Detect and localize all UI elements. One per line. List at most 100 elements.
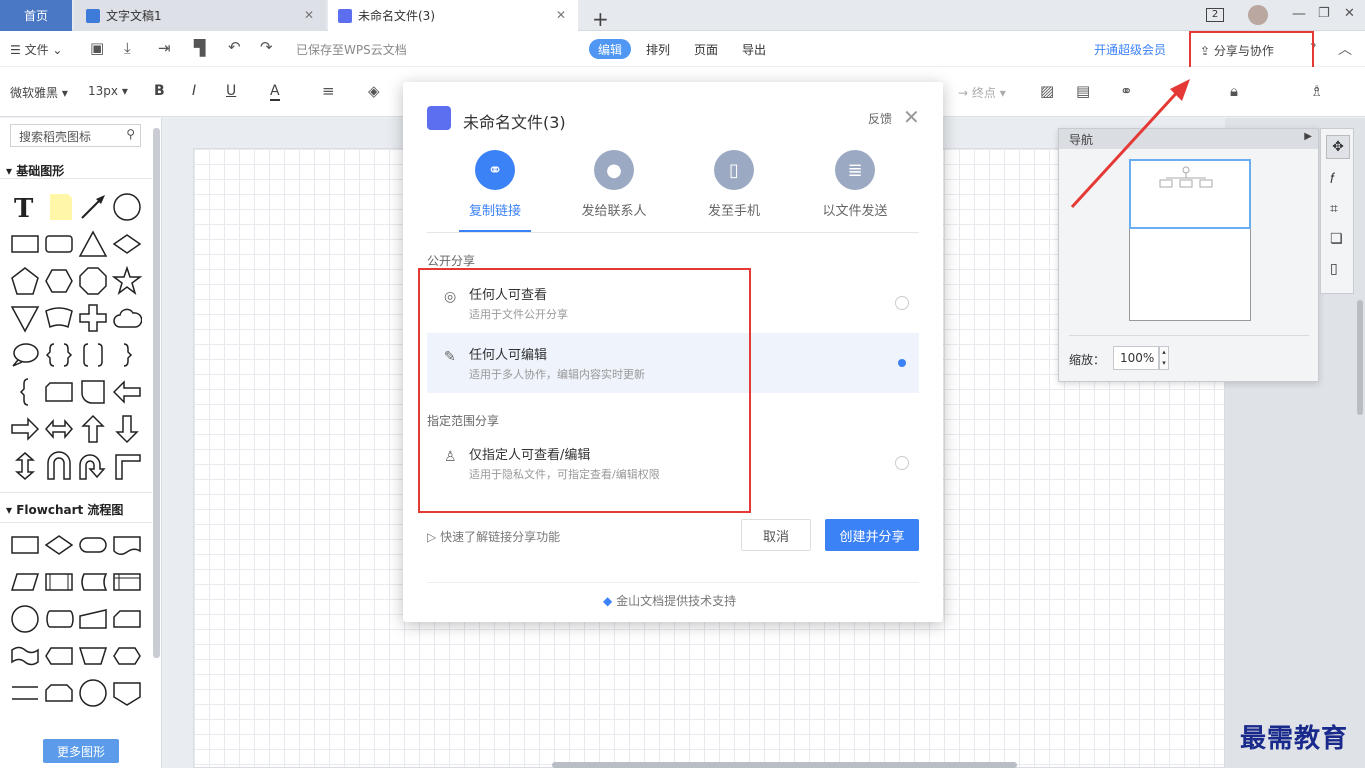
close-icon[interactable]: ✕: [903, 105, 920, 129]
circle-shape[interactable]: [112, 192, 142, 222]
horizontal-scrollbar[interactable]: [552, 762, 1017, 768]
restore-icon[interactable]: ❐: [1318, 6, 1330, 21]
text-shape[interactable]: T: [10, 192, 40, 222]
radio-edit[interactable]: [895, 356, 909, 370]
minimize-icon[interactable]: —: [1292, 6, 1306, 22]
up-arrow-shape[interactable]: [78, 414, 108, 444]
note-shape[interactable]: [44, 192, 74, 222]
option-copy-link[interactable]: ⚭ 复制链接: [440, 150, 550, 219]
pages-icon[interactable]: ❏: [1330, 231, 1343, 247]
star-shape[interactable]: [112, 266, 142, 296]
option-send-contact[interactable]: ● 发给联系人: [559, 150, 669, 219]
undo-icon[interactable]: ↶: [228, 38, 241, 56]
arrow-line-shape[interactable]: [78, 192, 108, 222]
font-size-select[interactable]: 13px ▾: [88, 84, 128, 98]
internal-storage-shape[interactable]: [112, 567, 142, 597]
diamond-shape[interactable]: [112, 229, 142, 259]
parallel-shape[interactable]: [10, 678, 40, 708]
decision-shape[interactable]: [44, 530, 74, 560]
cross-shape[interactable]: [78, 303, 108, 333]
hexagon-shape[interactable]: [44, 266, 74, 296]
section-basic-shapes[interactable]: ▾ 基础图形: [6, 162, 64, 179]
round-rect-shape[interactable]: [44, 229, 74, 259]
left-scrollbar[interactable]: [153, 128, 160, 658]
tab-active-file[interactable]: 未命名文件(3) ✕: [328, 0, 578, 31]
pentagon-shape[interactable]: [10, 266, 40, 296]
document-shape[interactable]: [112, 530, 142, 560]
file-menu[interactable]: ☰ 文件 ⌄: [10, 41, 62, 58]
close-icon[interactable]: ✕: [556, 8, 566, 22]
process-shape[interactable]: [10, 530, 40, 560]
manual-op-shape[interactable]: [78, 641, 108, 671]
terminator-shape[interactable]: [78, 530, 108, 560]
inverted-triangle-shape[interactable]: [10, 303, 40, 333]
option-send-file[interactable]: ≣ 以文件发送: [800, 150, 910, 219]
more-shapes-button[interactable]: 更多图形: [43, 739, 119, 763]
bracket-right-shape[interactable]: [112, 340, 142, 370]
tab-document[interactable]: 文字文稿1 ✕: [74, 0, 326, 31]
navigator-tool-icon[interactable]: ✥: [1326, 135, 1350, 159]
align-icon[interactable]: ≡: [322, 82, 335, 100]
half-round-shape[interactable]: [78, 377, 108, 407]
prep-shape[interactable]: [112, 641, 142, 671]
download-icon[interactable]: ⤓: [124, 39, 131, 57]
export-icon[interactable]: ⇥: [158, 39, 171, 57]
card-shape[interactable]: [112, 604, 142, 634]
font-color-button[interactable]: A: [270, 83, 280, 101]
corner-shape[interactable]: [112, 451, 142, 481]
expand-icon[interactable]: ▶: [1304, 131, 1312, 142]
close-icon[interactable]: ✕: [304, 8, 314, 22]
octagon-shape[interactable]: [78, 266, 108, 296]
menu-export[interactable]: 导出: [733, 39, 775, 59]
down-arrow-shape[interactable]: [112, 414, 142, 444]
right-arrow-shape[interactable]: [10, 414, 40, 444]
shape-search-input[interactable]: 搜索稻壳图标 ⚲: [10, 124, 141, 147]
menu-page[interactable]: 页面: [685, 39, 727, 59]
create-share-button[interactable]: 创建并分享: [825, 519, 919, 551]
radio-specific[interactable]: [895, 456, 909, 470]
cancel-button[interactable]: 取消: [741, 519, 811, 551]
feedback-link[interactable]: 反馈: [868, 110, 892, 127]
zoom-input[interactable]: 100%: [1113, 346, 1159, 370]
vip-link[interactable]: 开通超级会员: [1094, 41, 1166, 58]
predefined-shape[interactable]: [44, 567, 74, 597]
style-icon[interactable]: ♗: [1310, 82, 1323, 100]
window-count-badge[interactable]: 2: [1206, 8, 1224, 22]
collapse-icon[interactable]: ︿: [1338, 39, 1352, 59]
font-select[interactable]: 微软雅黑 ▾: [10, 84, 68, 101]
bracket-pair-shape[interactable]: [78, 340, 108, 370]
offpage-shape[interactable]: [112, 678, 142, 708]
tape-shape[interactable]: [10, 641, 40, 671]
arch-arrow-shape[interactable]: [78, 451, 108, 481]
underline-button[interactable]: U: [226, 83, 236, 99]
speech-bubble-shape[interactable]: [10, 340, 40, 370]
formula-icon[interactable]: 𝑓: [1330, 171, 1334, 187]
manual-input-shape[interactable]: [78, 604, 108, 634]
display-shape[interactable]: [44, 641, 74, 671]
bold-button[interactable]: B: [154, 83, 165, 99]
loop-limit-shape[interactable]: [44, 678, 74, 708]
save-icon[interactable]: ▣: [90, 39, 104, 57]
menu-arrange[interactable]: 排列: [637, 39, 679, 59]
zoom-stepper[interactable]: ▴ ▾: [1159, 346, 1169, 370]
help-link[interactable]: ▷ 快速了解链接分享功能: [427, 528, 560, 545]
crop-icon[interactable]: ⌗: [1330, 201, 1338, 217]
italic-button[interactable]: I: [192, 83, 196, 99]
endpoint-select[interactable]: → 终点 ▾: [958, 84, 1006, 101]
stored-data-shape[interactable]: [78, 567, 108, 597]
redo-icon[interactable]: ↷: [260, 38, 273, 56]
double-arrow-shape[interactable]: [44, 414, 74, 444]
cloud-shape[interactable]: [112, 303, 142, 333]
lock-icon[interactable]: 🔒︎: [1230, 82, 1238, 100]
page-icon[interactable]: ▯: [1330, 261, 1338, 277]
avatar[interactable]: [1248, 5, 1268, 25]
triangle-shape[interactable]: [78, 229, 108, 259]
section-flowchart[interactable]: ▾ Flowchart 流程图: [6, 501, 123, 518]
updown-arrow-shape[interactable]: [10, 451, 40, 481]
data-shape[interactable]: [10, 567, 40, 597]
u-turn-shape[interactable]: [44, 451, 74, 481]
window-close-icon[interactable]: ✕: [1344, 6, 1355, 21]
image-icon[interactable]: ▨: [1040, 82, 1054, 100]
tab-shape[interactable]: [44, 377, 74, 407]
radio-view[interactable]: [895, 296, 909, 310]
